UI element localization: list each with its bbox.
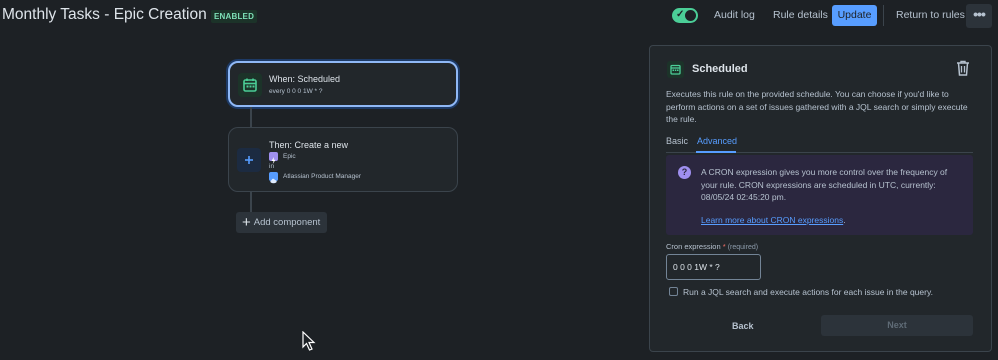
add-component-button[interactable]: + Add component	[236, 212, 328, 233]
plus-icon: +	[242, 214, 251, 231]
mouse-cursor-icon	[302, 330, 316, 356]
tab-bar: Basic Advanced	[666, 134, 973, 153]
update-button[interactable]: Update	[832, 5, 877, 26]
return-to-rules-button[interactable]: Return to rules	[890, 5, 971, 26]
header-divider	[883, 5, 884, 26]
trigger-title: When: Scheduled	[269, 74, 341, 84]
link-suffix: .	[843, 215, 846, 225]
calendar-icon	[238, 73, 262, 97]
cron-label-text: Cron expression	[666, 242, 721, 251]
rule-enabled-toggle[interactable]: ✓	[672, 8, 698, 23]
connector-line	[250, 107, 252, 127]
action-node[interactable]: Then: Create a new Epic in Atlassian Pro…	[228, 127, 458, 192]
jql-checkbox[interactable]	[669, 287, 678, 296]
required-hint: (required)	[727, 244, 759, 251]
jql-checkbox-label: Run a JQL search and execute actions for…	[683, 287, 933, 297]
epic-lightning-icon	[269, 152, 278, 164]
audit-log-button[interactable]: Audit log	[708, 5, 761, 26]
action-title: Then: Create a new	[269, 140, 349, 150]
learn-more-cron-link[interactable]: Learn more about CRON expressions	[701, 215, 843, 225]
toggle-knob	[685, 10, 696, 21]
automation-rule-editor: Monthly Tasks - Epic Creation ENABLED ✓ …	[0, 0, 998, 360]
issue-type-label: Epic	[283, 153, 296, 160]
back-button[interactable]: Back	[732, 321, 754, 331]
component-config-panel: Scheduled Executes this rule on the prov…	[649, 45, 992, 352]
required-mark: *	[722, 242, 726, 251]
trash-icon[interactable]	[955, 59, 971, 77]
tab-basic[interactable]: Basic	[666, 136, 688, 146]
question-circle-icon: ?	[678, 166, 691, 179]
calendar-icon	[667, 61, 684, 78]
in-label: in	[269, 163, 275, 170]
project-name: Atlassian Product Manager	[283, 173, 362, 180]
add-component-label: Add component	[253, 217, 321, 228]
check-icon: ✓	[676, 9, 685, 20]
next-button[interactable]: Next	[821, 315, 973, 336]
connector-line	[250, 192, 252, 212]
status-badge: ENABLED	[211, 10, 258, 23]
panel-title: Scheduled	[692, 63, 748, 75]
trigger-node[interactable]: When: Scheduled every 0 0 0 1W * ?	[228, 61, 458, 107]
rule-details-button[interactable]: Rule details	[767, 5, 834, 26]
rule-title: Monthly Tasks - Epic Creation	[2, 6, 207, 23]
panel-description: Executes this rule on the provided sched…	[666, 89, 968, 124]
cron-info-box: ? A CRON expression gives you more contr…	[666, 155, 973, 235]
active-tab-indicator	[696, 151, 736, 153]
cron-info-text: A CRON expression gives you more control…	[701, 167, 948, 202]
cron-info-link-row: Learn more about CRON expressions.	[701, 215, 846, 225]
cloud-project-icon	[269, 172, 278, 184]
trigger-schedule: every 0 0 0 1W * ?	[269, 88, 323, 95]
more-actions-button[interactable]: •••	[966, 4, 992, 28]
cron-expression-input[interactable]: 0 0 0 1W * ?	[666, 254, 761, 280]
tab-advanced[interactable]: Advanced	[697, 136, 737, 146]
ellipsis-icon: •••	[973, 6, 986, 22]
cron-expression-label: Cron expression * (required)	[666, 242, 758, 251]
plus-icon	[237, 148, 261, 172]
